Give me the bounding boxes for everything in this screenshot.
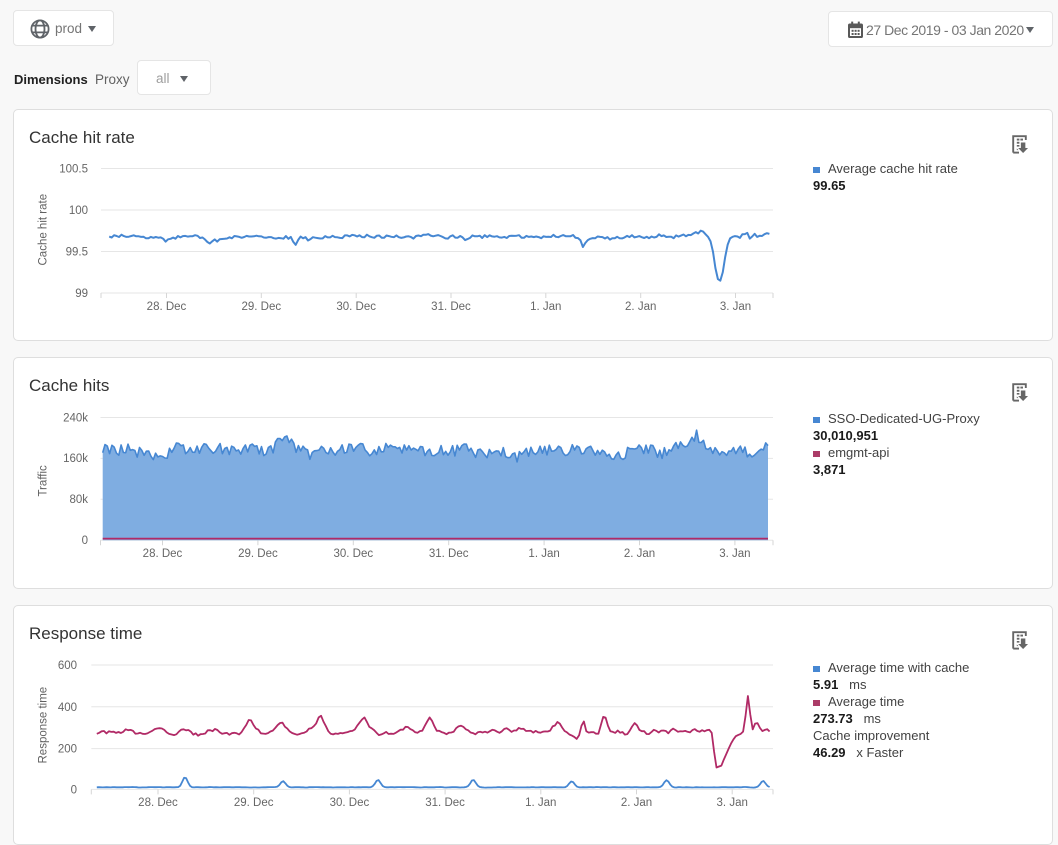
svg-text:28. Dec: 28. Dec: [138, 797, 178, 809]
svg-text:100: 100: [69, 205, 88, 217]
svg-text:Traffic: Traffic: [38, 465, 50, 497]
svg-text:28. Dec: 28. Dec: [147, 301, 187, 313]
svg-text:31. Dec: 31. Dec: [425, 797, 465, 809]
svg-text:600: 600: [58, 660, 77, 672]
svg-text:100.5: 100.5: [59, 164, 88, 176]
svg-text:2. Jan: 2. Jan: [621, 797, 652, 809]
svg-text:200: 200: [58, 744, 77, 756]
svg-text:30. Dec: 30. Dec: [333, 548, 373, 560]
svg-text:30. Dec: 30. Dec: [336, 301, 376, 313]
svg-text:0: 0: [82, 535, 88, 547]
svg-text:28. Dec: 28. Dec: [143, 548, 183, 560]
svg-text:3. Jan: 3. Jan: [720, 301, 751, 313]
svg-text:29. Dec: 29. Dec: [241, 301, 281, 313]
svg-text:Cache hit rate: Cache hit rate: [38, 194, 50, 266]
svg-text:29. Dec: 29. Dec: [238, 548, 278, 560]
svg-text:30. Dec: 30. Dec: [330, 797, 370, 809]
svg-text:3. Jan: 3. Jan: [719, 548, 750, 560]
svg-text:400: 400: [58, 702, 77, 714]
svg-text:99: 99: [75, 288, 88, 300]
svg-text:2. Jan: 2. Jan: [624, 548, 655, 560]
svg-text:0: 0: [71, 784, 77, 796]
svg-text:1. Jan: 1. Jan: [525, 797, 556, 809]
svg-text:31. Dec: 31. Dec: [431, 301, 471, 313]
svg-text:3. Jan: 3. Jan: [717, 797, 748, 809]
svg-text:240k: 240k: [63, 412, 88, 424]
svg-text:160k: 160k: [63, 453, 88, 465]
svg-text:Response time: Response time: [38, 687, 50, 764]
svg-text:1. Jan: 1. Jan: [530, 301, 561, 313]
svg-text:1. Jan: 1. Jan: [528, 548, 559, 560]
svg-text:29. Dec: 29. Dec: [234, 797, 274, 809]
svg-text:31. Dec: 31. Dec: [429, 548, 469, 560]
svg-text:80k: 80k: [69, 494, 88, 506]
svg-text:99.5: 99.5: [66, 247, 88, 259]
svg-text:2. Jan: 2. Jan: [625, 301, 656, 313]
